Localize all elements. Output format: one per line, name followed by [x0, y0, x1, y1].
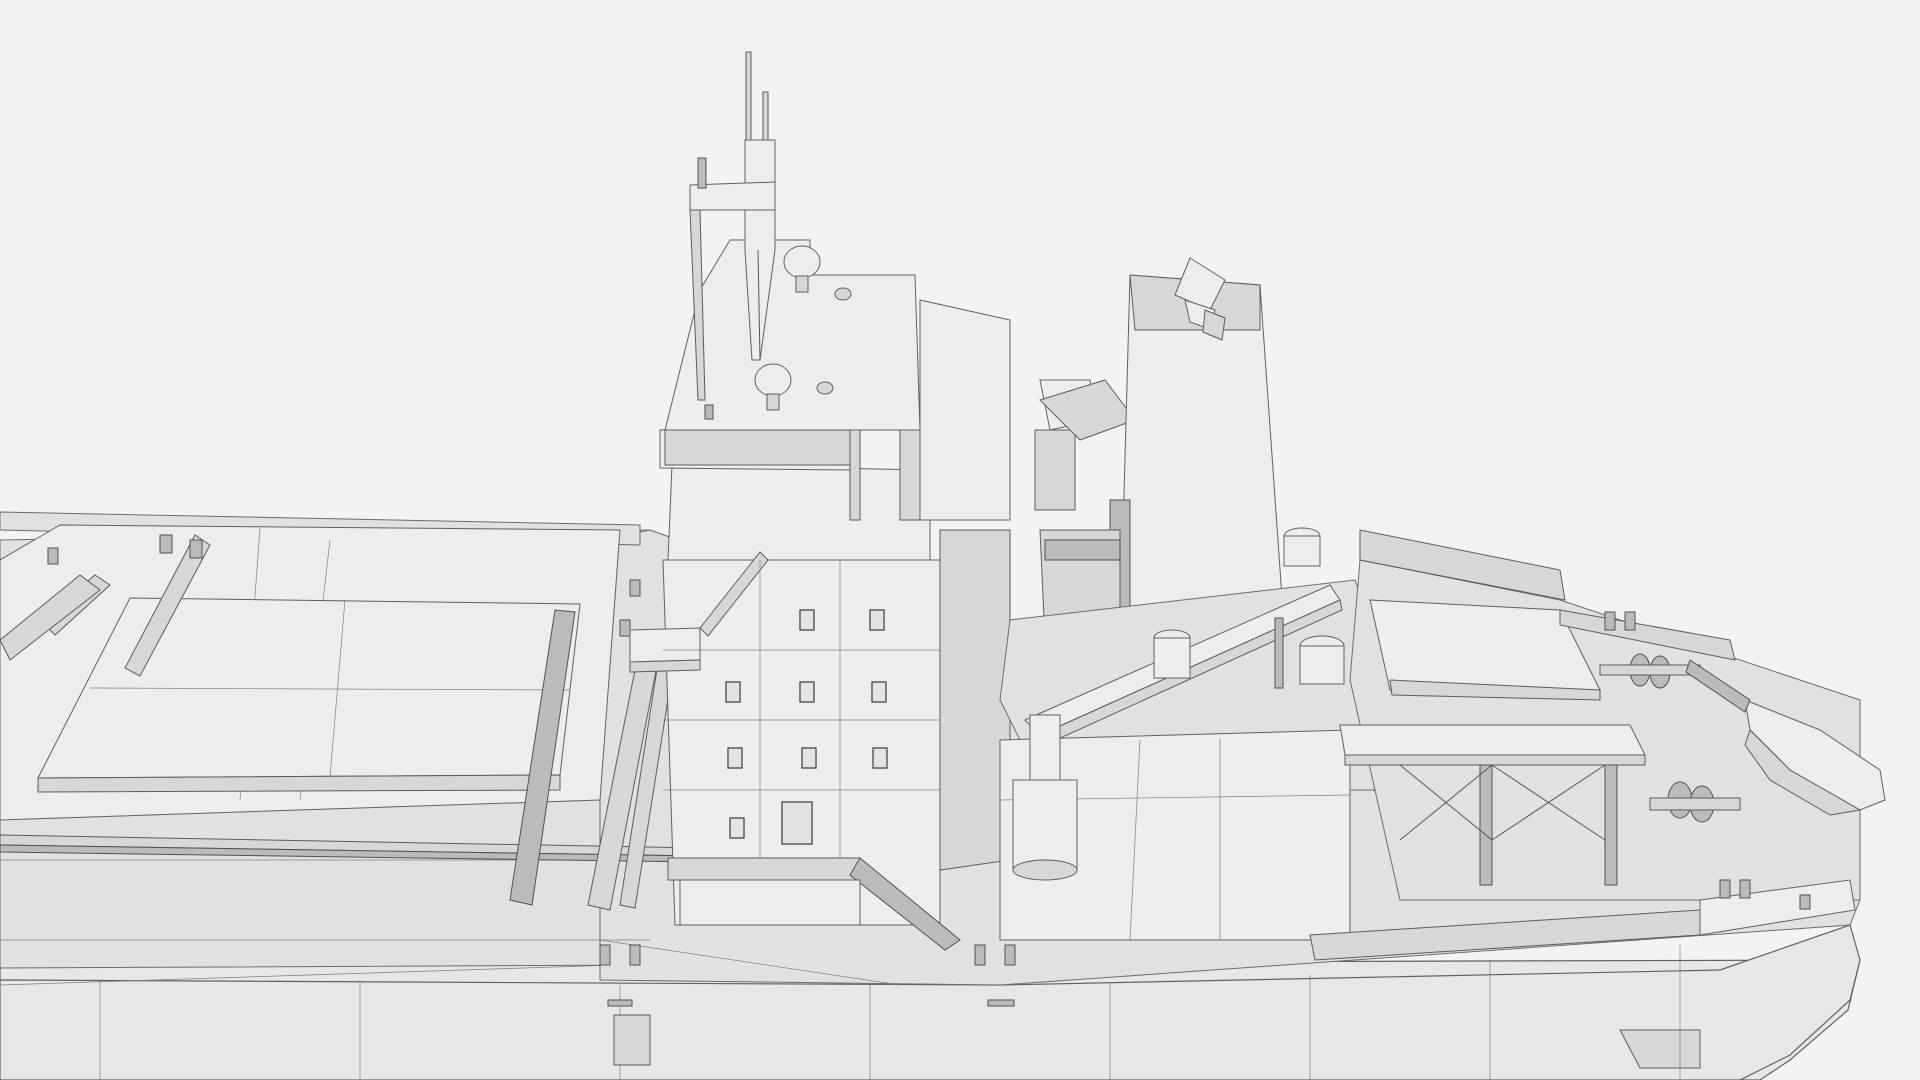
hull-door [613, 1014, 651, 1066]
superstructure [629, 239, 1011, 951]
funnel [1039, 257, 1286, 641]
radar-dome [783, 245, 821, 279]
ship-model [0, 51, 1886, 1080]
crane-pedestal [1012, 779, 1078, 871]
bridge-door [781, 801, 813, 845]
gantry-top [1339, 724, 1646, 756]
radar-dome [754, 363, 792, 397]
render-viewport [0, 0, 1920, 1080]
